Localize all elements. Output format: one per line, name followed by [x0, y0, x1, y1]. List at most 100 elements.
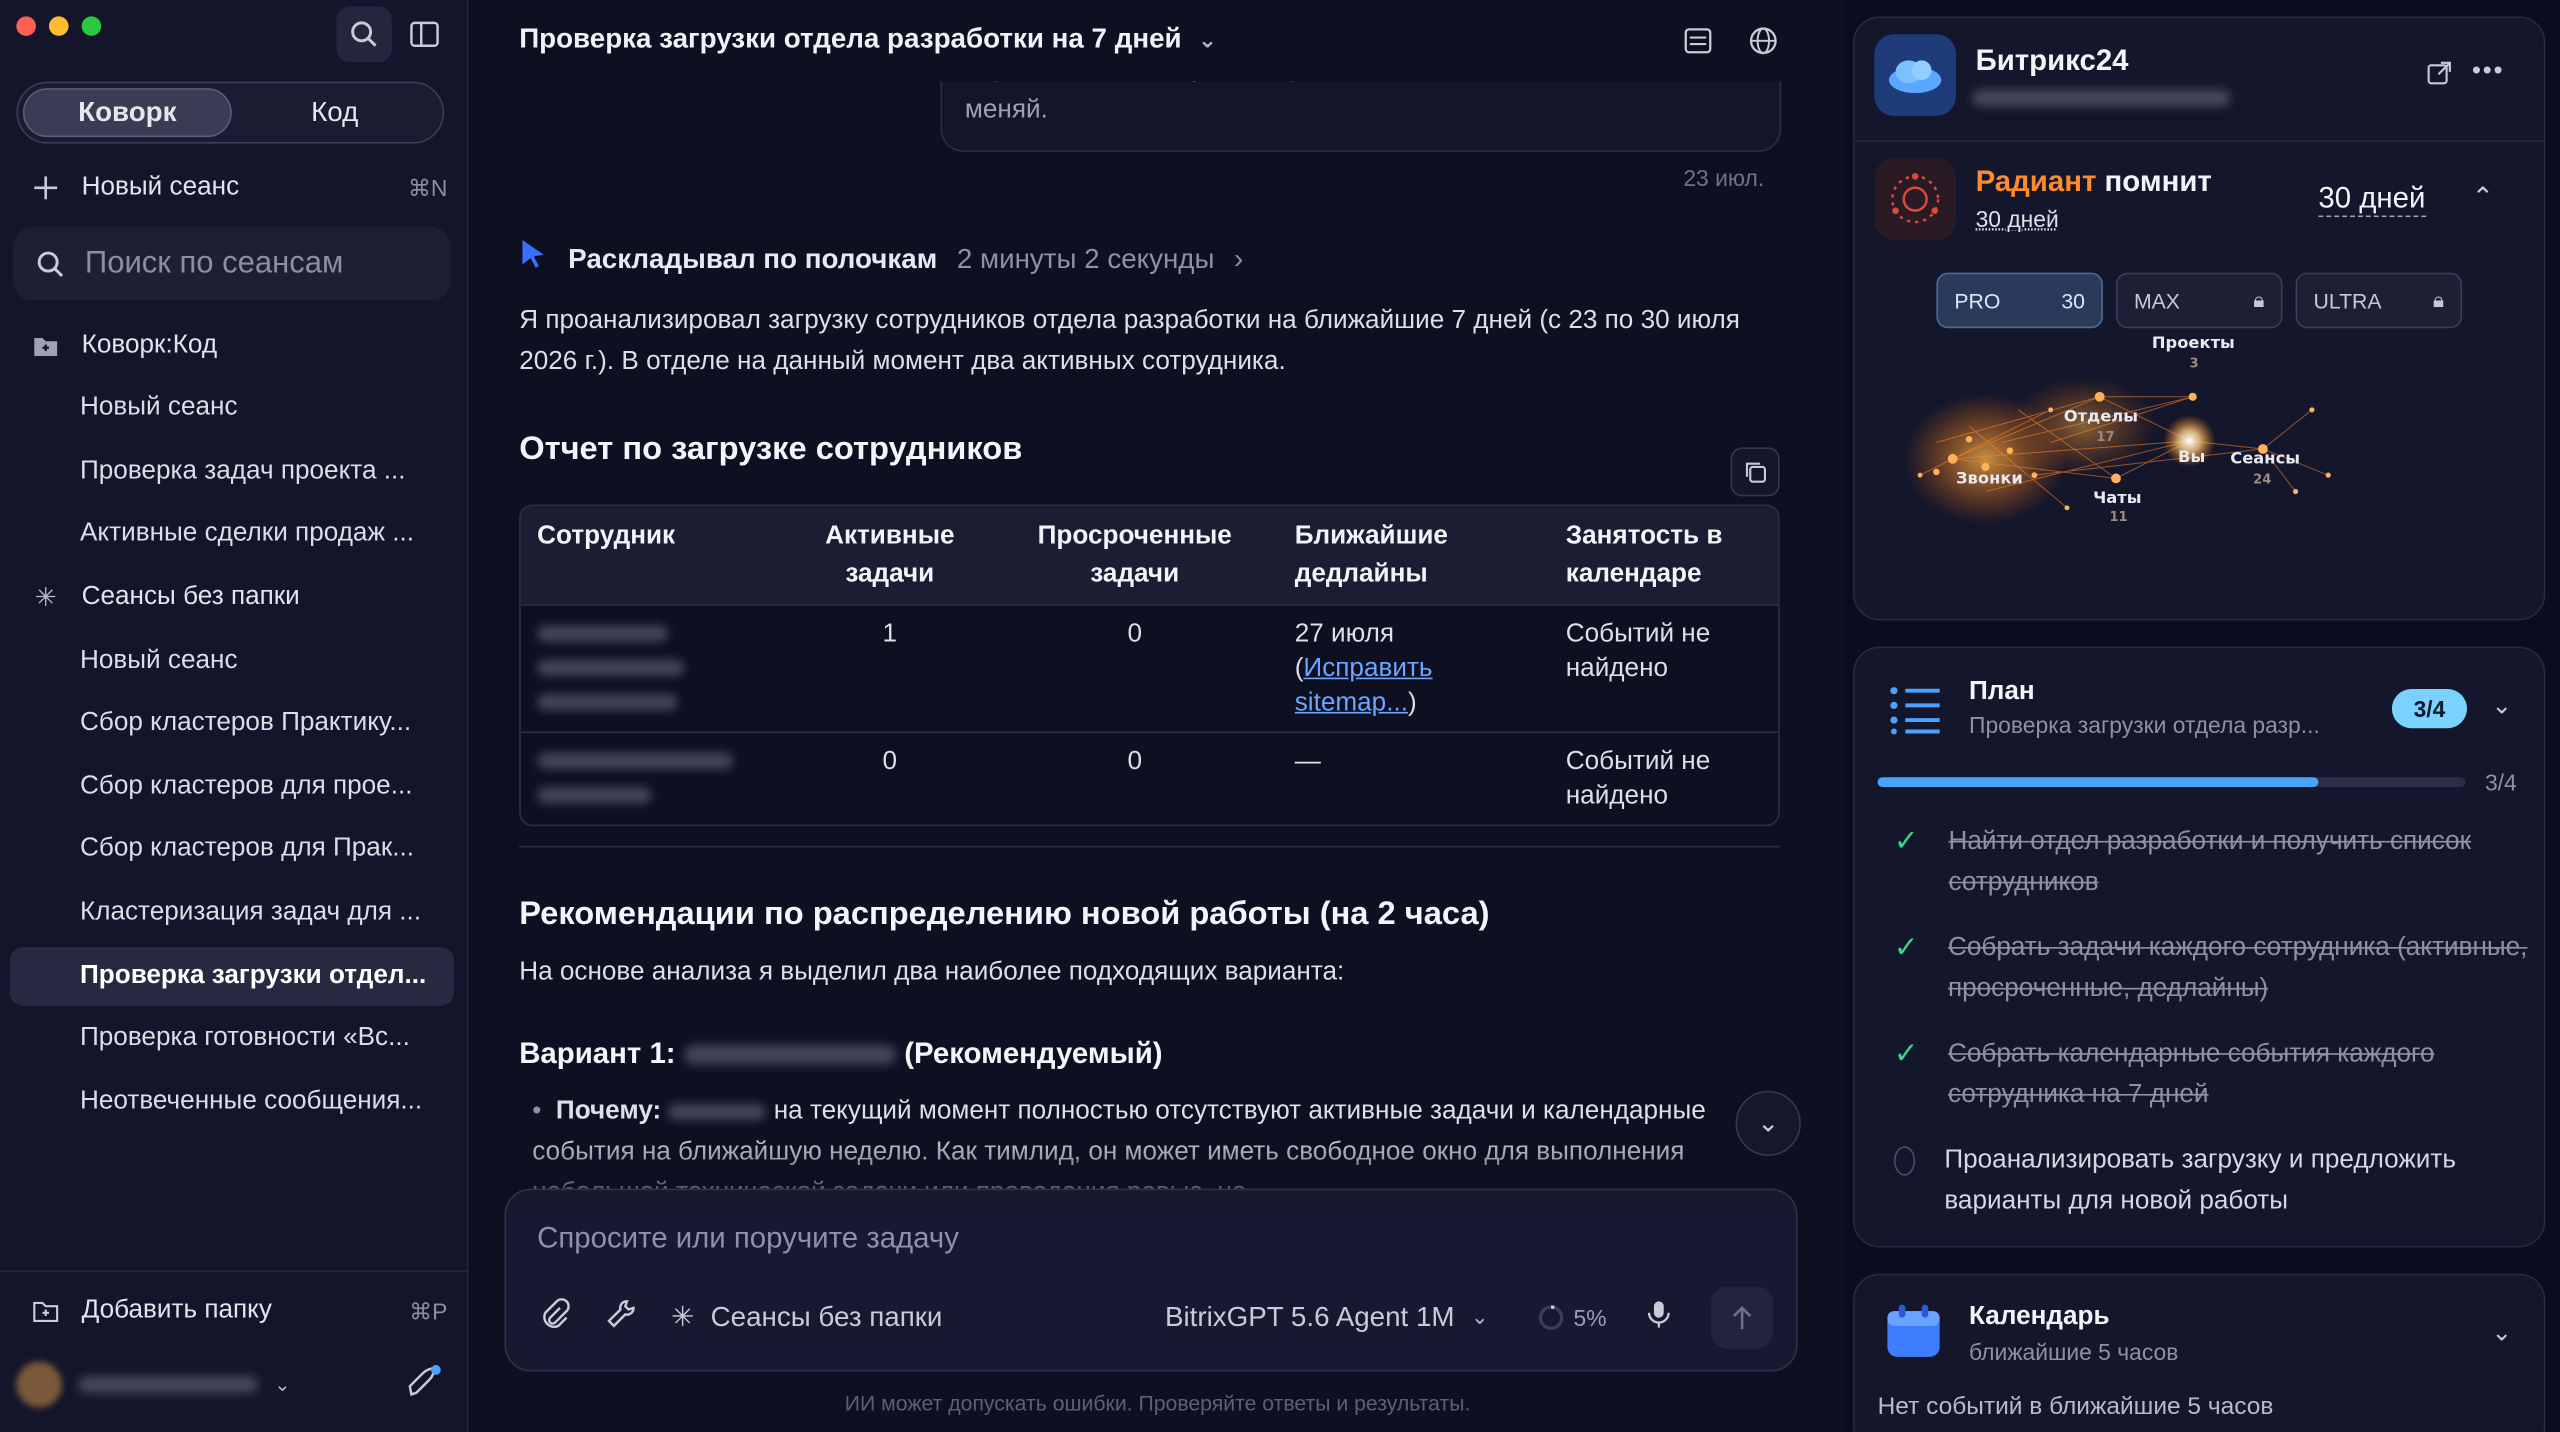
- account-blurred: [1972, 89, 2231, 107]
- employee-name-blurred: [520, 731, 789, 824]
- session-item-active[interactable]: Проверка загрузки отдел...: [9, 947, 454, 1006]
- search-placeholder: Поиск по сеансам: [84, 245, 344, 281]
- scroll-down-button[interactable]: ⌄: [1735, 1090, 1801, 1157]
- session-item[interactable]: Сбор кластеров для Прак...: [10, 820, 454, 879]
- plan-steps: ✓ Найти отдел разработки и получить списо…: [1893, 821, 2531, 1246]
- session-item[interactable]: Сбор кластеров Практику...: [10, 694, 454, 753]
- session-item[interactable]: Новый сеанс: [10, 379, 454, 438]
- session-item[interactable]: Кластеризация задач для ...: [10, 883, 454, 942]
- calendar-empty-text: Нет событий в ближайшие 5 часов: [1877, 1392, 2274, 1421]
- session-item[interactable]: Проверка готовности «Вс...: [10, 1009, 454, 1068]
- session-item[interactable]: Проверка задач проекта ...: [10, 442, 454, 501]
- rocket-icon[interactable]: [405, 1365, 441, 1409]
- variant-label: Вариант 1:: [519, 1036, 676, 1070]
- globe-icon[interactable]: [1749, 26, 1778, 64]
- no-folder-group[interactable]: ✳ Сеансы без папки: [29, 570, 447, 626]
- tab-cowork[interactable]: Коворк: [22, 88, 232, 138]
- session-item[interactable]: Сбор кластеров для прое...: [10, 758, 454, 817]
- zoom-window-button[interactable]: [81, 16, 102, 36]
- variant-suffix: (Рекомендуемый): [904, 1036, 1163, 1070]
- active-count: 1: [788, 604, 992, 731]
- search-icon[interactable]: [336, 6, 392, 63]
- close-window-button[interactable]: [16, 16, 36, 36]
- plan-step: ✓ Собрать задачи каждого сотрудника (акти…: [1894, 927, 2531, 1009]
- minimize-window-button[interactable]: [48, 16, 69, 36]
- table-row: 0 0 — Событий не найдено: [520, 731, 1779, 824]
- arrow-up-icon: [1733, 1306, 1752, 1330]
- open-external-icon[interactable]: [2426, 60, 2452, 94]
- variant-heading: Вариант 1: (Рекомендуемый): [519, 1034, 1793, 1075]
- new-session-button[interactable]: Новый сеанс ⌘N: [29, 160, 447, 216]
- graph-count-projects: 3: [2189, 356, 2198, 371]
- add-folder-shortcut: ⌘P: [409, 1297, 448, 1324]
- chevron-down-icon[interactable]: ⌄: [2492, 691, 2513, 720]
- user-menu[interactable]: ⌄: [16, 1361, 291, 1408]
- deadline-close: ): [1407, 689, 1417, 717]
- active-count: 0: [788, 731, 992, 824]
- memory-period: 30 дней: [1975, 205, 2059, 232]
- panel-divider: [1854, 140, 2544, 143]
- chevron-up-icon[interactable]: ⌃: [2472, 181, 2494, 214]
- new-session-shortcut: ⌘N: [407, 173, 448, 201]
- thinking-toggle[interactable]: Раскладывал по полочкам 2 минуты 2 секун…: [519, 238, 1243, 279]
- check-icon: ✓: [1893, 1036, 1919, 1070]
- plus-icon: [29, 175, 62, 201]
- tools-icon[interactable]: [606, 1297, 639, 1338]
- bitrix-logo: [1874, 34, 1956, 116]
- memory-graph: Проекты 3 Отделы 17 Вы Сеансы 24 Звонки …: [1903, 333, 2331, 525]
- lock-icon: 🔒︎: [2253, 287, 2265, 312]
- copy-table-button[interactable]: [1730, 447, 1780, 497]
- tier-value: 30: [2061, 288, 2085, 313]
- lock-icon: 🔒︎: [2432, 287, 2445, 312]
- table-header-row: Сотрудник Активные задачи Просроченные з…: [520, 506, 1779, 605]
- chat-title-dropdown[interactable]: Проверка загрузки отдела разработки на 7…: [519, 23, 1217, 56]
- chevron-down-icon: ⌄: [1757, 1110, 1780, 1139]
- composer[interactable]: Спросите или поручите задачу ✳ Сеансы бе…: [504, 1188, 1798, 1372]
- graph-label-departments: Отделы: [2064, 406, 2138, 425]
- plan-panel: План Проверка загрузки отдела разр... 3/…: [1853, 646, 2546, 1248]
- graph-count-chats: 11: [2109, 510, 2127, 525]
- table-row: 1 0 27 июля (Исправить sitemap...) Событ…: [520, 604, 1779, 731]
- folder-icon: [29, 335, 62, 358]
- plan-step: Проанализировать загрузку и предложить в…: [1893, 1140, 2531, 1222]
- more-icon[interactable]: •••: [2472, 57, 2504, 86]
- tab-code[interactable]: Код: [232, 88, 438, 137]
- session-item[interactable]: Активные сделки продаж ...: [10, 505, 454, 564]
- employee-name-blurred: [520, 604, 789, 731]
- recommendations-heading: Рекомендации по распределению новой рабо…: [519, 896, 1490, 933]
- calendar-status: Событий не найдено: [1549, 604, 1779, 731]
- new-session-label: Новый сеанс: [81, 173, 240, 201]
- plan-step: ✓ Найти отдел разработки и получить списо…: [1894, 821, 2531, 903]
- chevron-down-icon[interactable]: ⌄: [2492, 1318, 2513, 1347]
- send-button[interactable]: [1711, 1286, 1774, 1349]
- search-sessions-input[interactable]: Поиск по сеансам: [13, 226, 451, 301]
- prompt-input[interactable]: Спросите или поручите задачу: [537, 1221, 959, 1255]
- calendar-icon: [1884, 1301, 1943, 1368]
- thinking-duration: 2 минуты 2 секунды: [956, 242, 1215, 274]
- graph-label-chats: Чаты: [2093, 488, 2141, 507]
- add-folder-button[interactable]: Добавить папку ⌘P: [29, 1283, 447, 1339]
- usage-percent: 5%: [1573, 1304, 1607, 1331]
- plan-step-text: Проанализировать загрузку и предложить в…: [1944, 1146, 2456, 1215]
- folder-add-icon: [29, 1300, 62, 1323]
- app-name: Битрикс24: [1975, 44, 2129, 77]
- recommendations-intro: На основе анализа я выделил два наиболее…: [519, 958, 1345, 987]
- sidebar: Коворк Код Новый сеанс ⌘N Поиск по сеанс…: [0, 0, 469, 1432]
- memory-brand: Радиант: [1975, 164, 2097, 198]
- calendar-status: Событий не найдено: [1549, 731, 1779, 824]
- chevron-right-icon: ›: [1234, 242, 1244, 274]
- folder-selector[interactable]: Сеансы без папки: [711, 1301, 943, 1334]
- microphone-icon[interactable]: [1646, 1299, 1672, 1337]
- session-item[interactable]: Новый сеанс: [10, 632, 454, 691]
- chevron-down-icon: ⌄: [1470, 1304, 1489, 1330]
- table-view-icon[interactable]: [1683, 26, 1712, 64]
- session-item[interactable]: Неотвеченные сообщения...: [10, 1073, 454, 1132]
- folder-cowork-code[interactable]: Коворк:Код: [29, 318, 447, 374]
- period-select[interactable]: 30 дней: [2318, 181, 2426, 218]
- sidebar-toggle-icon[interactable]: [397, 7, 453, 63]
- attach-icon[interactable]: [537, 1297, 570, 1338]
- calendar-panel: Календарь ближайшие 5 часов ⌄ Нет событи…: [1853, 1273, 2546, 1432]
- composer-toolbar: ✳ Сеансы без папки BitrixGPT 5.6 Agent 1…: [537, 1286, 1774, 1349]
- plan-title: План: [1969, 677, 2035, 706]
- model-selector[interactable]: BitrixGPT 5.6 Agent 1M: [1165, 1301, 1455, 1334]
